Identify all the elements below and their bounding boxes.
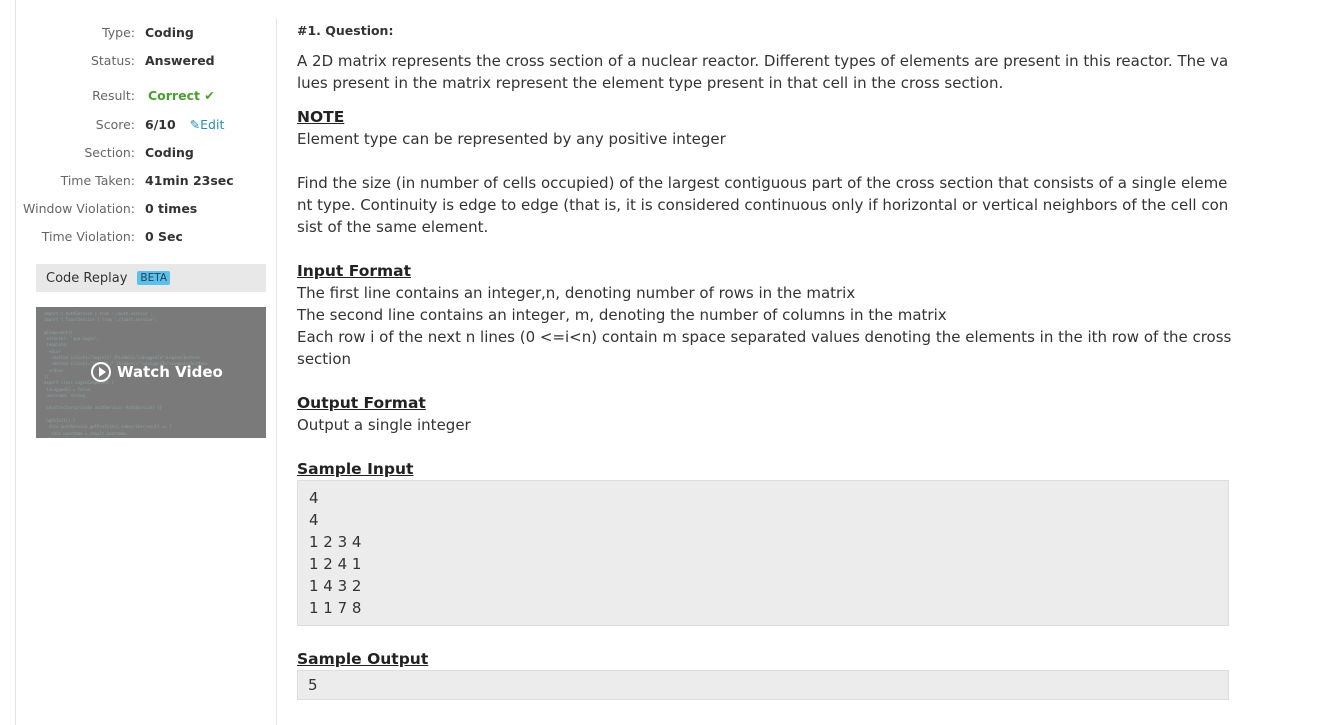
meta-window-violation: Window Violation: 0 times [20, 194, 272, 222]
code-replay-title: Code Replay [46, 270, 128, 286]
question-content: #1. Question: A 2D matrix represents the… [297, 20, 1232, 700]
result-value: Correct ✔ [148, 87, 215, 103]
meta-value: 6/10 [145, 116, 176, 132]
meta-value: Coding [145, 24, 194, 40]
input-line: The first line contains an integer,n, de… [297, 284, 856, 302]
beta-badge: BETA [137, 271, 171, 285]
meta-label: Window Violation: [23, 200, 135, 216]
sample-output-title: Sample Output [297, 650, 429, 668]
meta-value: Coding [145, 144, 194, 160]
meta-section: Section: Coding [20, 138, 272, 166]
meta-label: Section: [84, 144, 135, 160]
note-text: Element type can be represented by any p… [297, 130, 726, 148]
play-icon [91, 362, 111, 382]
output-format-title: Output Format [297, 394, 426, 412]
column-divider [276, 18, 277, 725]
meta-value: Answered [145, 52, 215, 68]
question-intro: A 2D matrix represents the cross section… [297, 52, 1229, 92]
meta-time-violation: Time Violation: 0 Sec [20, 222, 272, 250]
input-line: Each row i of the next n lines (0 <=i<n)… [297, 328, 1232, 368]
code-replay-header: Code Replay BETA [36, 264, 266, 292]
meta-time-taken: Time Taken: 41min 23sec [20, 166, 272, 194]
note-title: NOTE [297, 108, 345, 126]
question-heading: #1. Question: [297, 23, 394, 38]
sample-input-title: Sample Input [297, 460, 414, 478]
question-meta: Type: Coding Status: Answered Result: Corre… [20, 18, 272, 250]
edit-score-button[interactable]: ✎Edit [190, 117, 225, 132]
input-format-title: Input Format [297, 262, 412, 280]
meta-type: Type: Coding [20, 18, 272, 46]
meta-status: Status: Answered [20, 46, 272, 74]
watch-video-label: Watch Video [117, 363, 223, 381]
meta-label: Time Violation: [41, 228, 135, 244]
edit-icon: ✎ [189, 116, 201, 132]
sample-input-block: 4 4 1 2 3 4 1 2 4 1 1 4 3 2 1 1 7 8 [297, 480, 1229, 626]
meta-label: Status: [90, 52, 135, 68]
meta-result: Result: Correct ✔ [20, 74, 272, 110]
sample-output-block: 5 [297, 670, 1229, 700]
meta-value: 41min 23sec [145, 172, 234, 188]
input-line: The second line contains an integer, m, … [297, 306, 947, 324]
edit-label: Edit [200, 116, 225, 132]
meta-value: 0 Sec [145, 228, 183, 244]
task-text: Find the size (in number of cells occupi… [297, 174, 1229, 236]
meta-value: 0 times [145, 200, 198, 216]
output-text: Output a single integer [297, 416, 471, 434]
meta-label: Type: [102, 24, 135, 40]
meta-label: Time Taken: [60, 172, 135, 188]
watch-video-button[interactable]: Watch Video [91, 362, 223, 382]
watch-video-thumbnail[interactable]: import { AuthService } from './auth.serv… [36, 307, 266, 438]
meta-score: Score: 6/10 ✎Edit [20, 110, 272, 138]
meta-label: Result: [92, 87, 135, 103]
meta-label: Score: [95, 116, 135, 132]
